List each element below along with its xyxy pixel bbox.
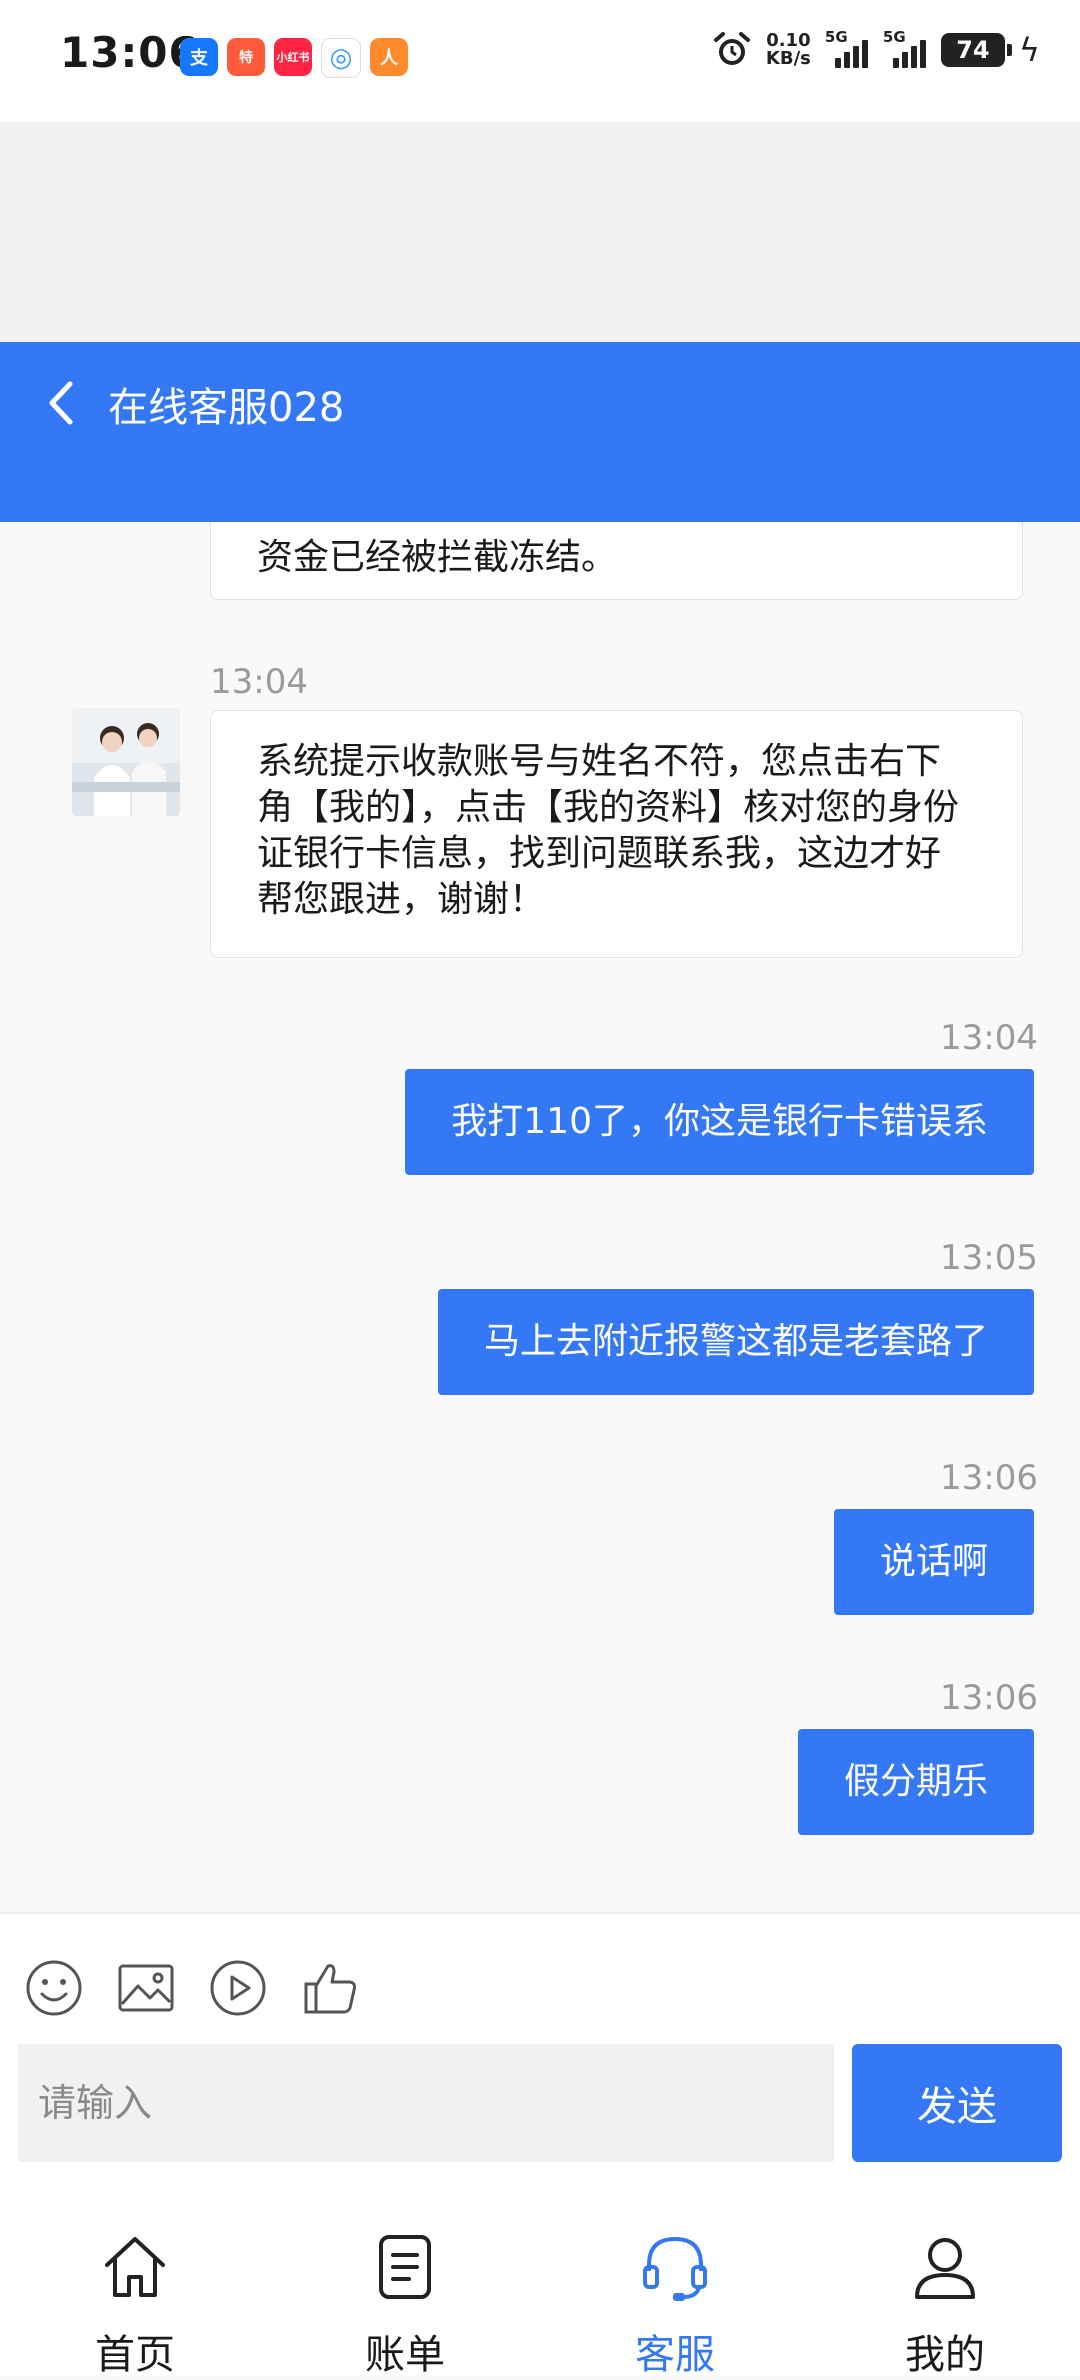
signal-1-label: 5G xyxy=(824,28,848,46)
bill-icon xyxy=(379,2235,431,2299)
alipay-icon: 支 xyxy=(180,38,218,76)
message-input[interactable] xyxy=(18,2044,834,2162)
user-message-1: 我打110了，你这是银行卡错误系 xyxy=(405,1069,1034,1175)
message-time-4: 13:06 xyxy=(940,1678,1038,1718)
message-time-3: 13:06 xyxy=(940,1458,1038,1498)
taobao-special-icon: 特 xyxy=(227,38,265,76)
xiaohongshu-icon: 小红书 xyxy=(274,38,312,76)
chat-messages[interactable]: 资金已经被拦截冻结。 13:04 系统提示收款账号与姓名不符，您点击右下角【我的… xyxy=(0,522,1080,1912)
nav-item-service[interactable]: 客服 xyxy=(540,2176,810,2378)
send-button[interactable]: 发送 xyxy=(852,2044,1062,2162)
nav-item-bill[interactable]: 账单 xyxy=(270,2176,540,2378)
agent-message-time: 13:04 xyxy=(210,662,308,702)
nav-item-home[interactable]: 首页 xyxy=(0,2176,270,2378)
agent-avatar xyxy=(72,708,180,816)
cartoon-app-icon: 人 xyxy=(370,38,408,76)
user-message-2: 马上去附近报警这都是老套路了 xyxy=(437,1289,1034,1395)
message-time-2: 13:05 xyxy=(940,1238,1038,1278)
alarm-clock-icon xyxy=(713,32,750,65)
charging-icon: ϟ xyxy=(1018,31,1040,69)
headset-icon xyxy=(643,2236,707,2301)
notification-app-icons: 支 特 小红书 ◎ 人 xyxy=(180,38,408,78)
nav-label-home: 首页 xyxy=(95,2332,175,2378)
video-icon[interactable] xyxy=(208,1958,268,2018)
status-time: 13:06 xyxy=(60,28,199,77)
back-arrow-icon[interactable] xyxy=(44,378,80,428)
image-icon[interactable] xyxy=(116,1958,176,2018)
speed-unit: KB/s xyxy=(765,48,811,69)
network-speed: 0.10 KB/s xyxy=(766,32,811,68)
bottom-navigation: 首页 账单 客服 我的 xyxy=(0,2176,1080,2378)
input-area: 发送 xyxy=(0,1912,1080,2178)
thumbs-up-icon[interactable] xyxy=(300,1958,360,2018)
nav-label-service: 客服 xyxy=(635,2332,715,2378)
nav-label-mine: 我的 xyxy=(905,2332,985,2378)
status-bar: 13:06 支 特 小红书 ◎ 人 0.10 KB/s 5G 5G 74 ϟ xyxy=(0,0,1080,122)
page-title: 在线客服028 xyxy=(108,385,345,431)
battery-icon: 74 xyxy=(940,33,1012,67)
input-toolbar xyxy=(24,1958,360,2018)
message-time-1: 13:04 xyxy=(940,1018,1038,1058)
top-gray-band xyxy=(0,122,1080,342)
user-icon xyxy=(915,2238,975,2299)
signal-1-icon: 5G xyxy=(825,28,869,68)
home-icon xyxy=(105,2237,165,2297)
nav-item-mine[interactable]: 我的 xyxy=(810,2176,1080,2378)
agent-message: 系统提示收款账号与姓名不符，您点击右下角【我的】，点击【我的资料】核对您的身份证… xyxy=(210,710,1023,958)
signal-2-label: 5G xyxy=(882,28,906,46)
camera-app-icon: ◎ xyxy=(321,38,361,78)
nav-label-bill: 账单 xyxy=(365,2332,445,2378)
agent-message-partial: 资金已经被拦截冻结。 xyxy=(210,522,1023,600)
signal-2-icon: 5G xyxy=(883,28,927,68)
user-message-3: 说话啊 xyxy=(833,1509,1034,1615)
user-message-4: 假分期乐 xyxy=(797,1729,1034,1835)
emoji-icon[interactable] xyxy=(24,1958,84,2018)
